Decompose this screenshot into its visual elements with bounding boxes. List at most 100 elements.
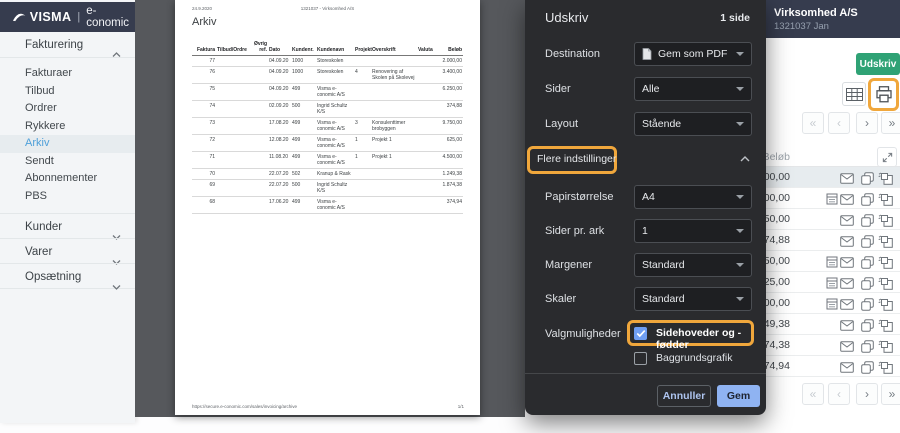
preview-cell [417, 169, 435, 180]
copy-new-icon[interactable] [878, 255, 893, 269]
preview-table-row: 7504.09.20499Visma e-conomic A/S6.250,00 [192, 84, 463, 101]
form-icon[interactable] [824, 255, 839, 269]
chevron-up-icon[interactable] [740, 156, 750, 162]
cancel-button[interactable]: Annuller [657, 385, 711, 407]
form-icon[interactable] [824, 192, 839, 206]
pager-first-button[interactable]: « [802, 383, 824, 405]
paper-size-value: A4 [642, 191, 655, 203]
sidebar-section-kunder[interactable]: Kunder [0, 213, 135, 239]
envelope-icon[interactable] [839, 339, 854, 353]
copy-new-icon[interactable] [878, 297, 893, 311]
envelope-icon[interactable] [839, 318, 854, 332]
preview-cell: 374,88 [435, 101, 463, 118]
preview-cell [216, 135, 250, 152]
destination-label: Destination [545, 48, 600, 60]
destination-select[interactable]: Gem som PDF [634, 42, 752, 66]
sidebar-item-tilbud[interactable]: Tilbud [0, 83, 135, 101]
copy-icon[interactable] [860, 255, 875, 269]
headers-footers-checkbox[interactable] [634, 327, 647, 340]
copy-new-icon[interactable] [878, 213, 893, 227]
sidebar-section-varer[interactable]: Varer [0, 238, 135, 264]
caret-down-icon [736, 229, 744, 233]
preview-table-row: 6817.06.20499Visma e-conomic A/S374,94 [192, 197, 463, 214]
sidebar-item-arkiv[interactable]: Arkiv [0, 135, 135, 153]
pager-last-button[interactable]: » [881, 383, 900, 405]
envelope-icon[interactable] [839, 171, 854, 185]
brand-separator: | [77, 11, 80, 23]
sidebar-item-rykkere[interactable]: Rykkere [0, 118, 135, 136]
save-button[interactable]: Gem [717, 385, 760, 407]
preview-cell: 71 [192, 152, 216, 169]
pager-next-button[interactable]: › [856, 112, 878, 134]
copy-icon[interactable] [860, 234, 875, 248]
sidebar-item-pbs[interactable]: PBS [0, 188, 135, 206]
table-grid-icon [846, 88, 863, 101]
preview-footer-url: https://secure.e-conomic.com/sales/invoi… [192, 404, 297, 409]
background-graphics-checkbox[interactable] [634, 352, 647, 365]
copy-new-icon[interactable] [878, 360, 893, 374]
scale-select[interactable]: Standard [634, 287, 752, 311]
print-icon-button-highlighted[interactable] [868, 78, 899, 111]
pages-per-sheet-label: Sider pr. ark [545, 225, 604, 237]
copy-icon[interactable] [860, 171, 875, 185]
copy-new-icon[interactable] [878, 318, 893, 332]
margins-select[interactable]: Standard [634, 253, 752, 277]
paper-size-select[interactable]: A4 [634, 185, 752, 209]
pages-per-sheet-select[interactable]: 1 [634, 219, 752, 243]
headers-footers-label[interactable]: Sidehoveder og -fødder [656, 327, 766, 351]
copy-new-icon[interactable] [878, 276, 893, 290]
preview-cell: 22.07.20 [268, 169, 291, 180]
form-icon[interactable] [824, 297, 839, 311]
copy-icon[interactable] [860, 318, 875, 332]
pager-first-button[interactable]: « [802, 112, 824, 134]
caret-down-icon [736, 263, 744, 267]
preview-cell [417, 84, 435, 101]
preview-column-header: Projekt [354, 40, 371, 56]
preview-cell: Visma e-conomic A/S [316, 135, 354, 152]
envelope-icon[interactable] [839, 255, 854, 269]
envelope-icon[interactable] [839, 276, 854, 290]
envelope-icon[interactable] [839, 360, 854, 374]
sidebar-item-ordrer[interactable]: Ordrer [0, 100, 135, 118]
copy-new-icon[interactable] [878, 171, 893, 185]
table-view-button[interactable] [842, 82, 866, 106]
pager-last-button[interactable]: » [881, 112, 900, 134]
print-preview-page: 24.9.2020 1321037 - Virksomhed A/S Arkiv… [175, 0, 480, 415]
copy-icon[interactable] [860, 192, 875, 206]
print-button[interactable]: Udskriv [856, 53, 900, 75]
sidebar-section-opsætning[interactable]: Opsætning [0, 263, 135, 289]
preview-page-title: Arkiv [192, 16, 216, 28]
copy-icon[interactable] [860, 297, 875, 311]
more-settings-toggle[interactable]: Flere indstillinger [537, 153, 616, 165]
options-label: Valgmuligheder [545, 328, 621, 340]
pager-prev-button[interactable]: ‹ [828, 383, 850, 405]
envelope-icon[interactable] [839, 297, 854, 311]
copy-new-icon[interactable] [878, 234, 893, 248]
checkmark-icon [636, 329, 646, 338]
expand-table-button[interactable] [877, 147, 897, 167]
pager-next-button[interactable]: › [856, 383, 878, 405]
sidebar-item-sendt[interactable]: Sendt [0, 153, 135, 171]
copy-new-icon[interactable] [878, 192, 893, 206]
background-graphics-label[interactable]: Baggrundsgrafik [656, 352, 732, 364]
sidebar-section-fakturering[interactable]: Fakturering [0, 32, 135, 58]
sidebar-item-abonnementer[interactable]: Abonnementer [0, 170, 135, 188]
copy-icon[interactable] [860, 339, 875, 353]
pager-prev-button[interactable]: ‹ [828, 112, 850, 134]
copy-icon[interactable] [860, 360, 875, 374]
form-icon[interactable] [824, 276, 839, 290]
preview-cell [417, 118, 435, 135]
copy-icon[interactable] [860, 213, 875, 227]
preview-cell: 68 [192, 197, 216, 214]
copy-icon[interactable] [860, 276, 875, 290]
preview-cell: 22.07.20 [268, 180, 291, 197]
preview-cell [250, 169, 268, 180]
envelope-icon[interactable] [839, 234, 854, 248]
envelope-icon[interactable] [839, 213, 854, 227]
layout-select[interactable]: Stående [634, 112, 752, 136]
copy-new-icon[interactable] [878, 339, 893, 353]
pages-select[interactable]: Alle [634, 77, 752, 101]
envelope-icon[interactable] [839, 192, 854, 206]
layout-value: Stående [642, 118, 681, 130]
pages-label: Sider [545, 83, 571, 95]
